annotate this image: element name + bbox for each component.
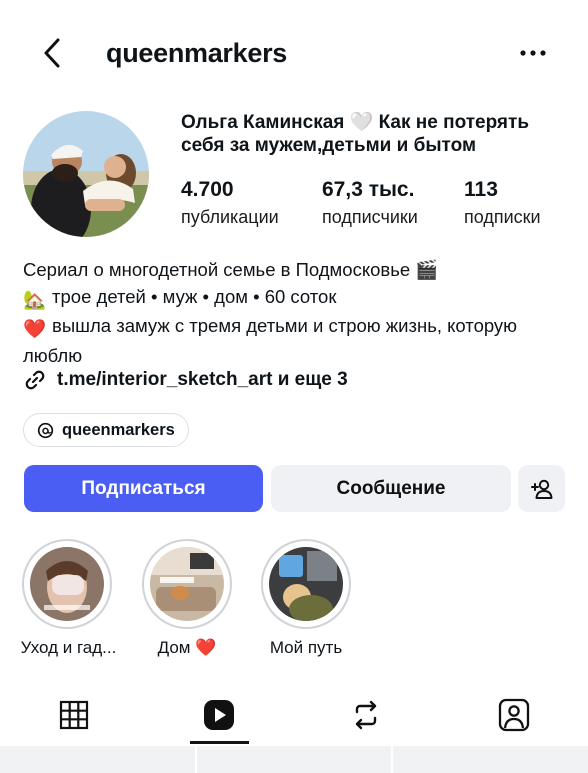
red-heart-emoji: ❤️ bbox=[23, 318, 47, 339]
bio-link-text: t.me/interior_sketch_art и еще 3 bbox=[57, 369, 348, 390]
bio-line-2-text: трое детей • муж • дом • 60 соток bbox=[52, 285, 337, 307]
bio-line-1-text: Сериал о многодетной семье в Подмосковье bbox=[23, 259, 411, 280]
stat-posts-value: 4.700 bbox=[181, 178, 234, 201]
house-emoji: 🏡 bbox=[23, 288, 47, 310]
highlight-home-label: Дом ❤️ bbox=[157, 638, 217, 657]
stat-following-label: подписки bbox=[464, 207, 541, 227]
highlight-my-path[interactable] bbox=[261, 539, 351, 629]
threads-icon bbox=[37, 422, 54, 438]
grid-divider bbox=[391, 746, 393, 773]
repost-icon[interactable] bbox=[348, 697, 384, 733]
back-chevron-icon[interactable] bbox=[38, 36, 68, 70]
profile-bio: Сериал о многодетной семье в Подмосковье… bbox=[23, 257, 568, 369]
bio-link[interactable]: t.me/interior_sketch_art и еще 3 bbox=[23, 367, 348, 393]
stat-posts[interactable]: 4.700 публикации bbox=[181, 177, 279, 229]
suggested-users-button[interactable] bbox=[518, 465, 565, 512]
bio-line-3: ❤️ вышла замуж с тремя детьми и строю жиз… bbox=[23, 313, 568, 369]
highlight-my-path-label: Мой путь bbox=[269, 638, 343, 657]
reels-icon[interactable] bbox=[201, 697, 237, 733]
active-tab-indicator bbox=[190, 741, 249, 744]
highlight-care-label: Уход и гад... bbox=[20, 638, 117, 657]
more-options-icon[interactable] bbox=[516, 40, 550, 66]
threads-badge[interactable]: queenmarkers bbox=[23, 413, 189, 447]
follow-button[interactable]: Подписаться bbox=[24, 465, 263, 512]
clapperboard-emoji: 🎬 bbox=[415, 259, 439, 280]
stat-followers-value: 67,3 тыс. bbox=[322, 178, 415, 201]
tagged-icon[interactable] bbox=[496, 697, 532, 733]
stat-followers[interactable]: 67,3 тыс. подписчики bbox=[322, 177, 418, 229]
highlight-home[interactable] bbox=[142, 539, 232, 629]
stat-followers-label: подписчики bbox=[322, 207, 418, 227]
stat-posts-label: публикации bbox=[181, 207, 279, 227]
profile-avatar[interactable] bbox=[23, 111, 149, 237]
highlight-home-cover bbox=[150, 547, 224, 621]
profile-username: queenmarkers bbox=[106, 38, 287, 68]
highlight-care[interactable] bbox=[22, 539, 112, 629]
bio-line-2: 🏡 трое детей • муж • дом • 60 соток bbox=[23, 284, 568, 314]
profile-display-name: Ольга Каминская 🤍 Как не потерять себя з… bbox=[181, 112, 530, 156]
stat-following-value: 113 bbox=[464, 178, 498, 201]
stat-following[interactable]: 113 подписки bbox=[464, 177, 541, 229]
bio-line-1: Сериал о многодетной семье в Подмосковье… bbox=[23, 257, 568, 284]
highlight-my-path-cover bbox=[269, 547, 343, 621]
grid-divider bbox=[195, 746, 197, 773]
posts-grid-preview bbox=[0, 746, 588, 773]
add-person-icon bbox=[530, 479, 552, 499]
message-button[interactable]: Сообщение bbox=[271, 465, 511, 512]
link-icon bbox=[25, 370, 45, 390]
bio-line-3-text: вышла замуж с тремя детьми и строю жизнь… bbox=[23, 315, 518, 366]
grid-icon[interactable] bbox=[56, 697, 92, 733]
threads-label: queenmarkers bbox=[62, 420, 175, 439]
highlight-care-cover bbox=[30, 547, 104, 621]
